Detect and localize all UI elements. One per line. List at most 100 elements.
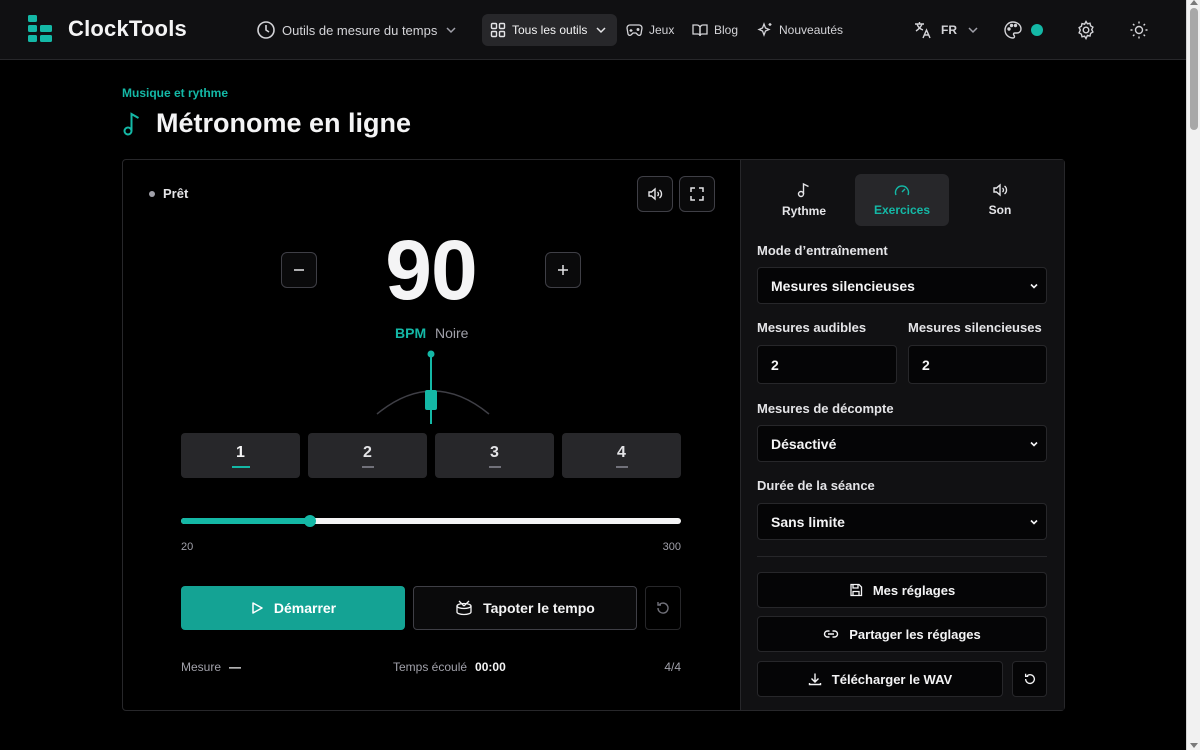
download-wav-button[interactable]: Télécharger le WAV xyxy=(757,661,1003,697)
settings-tabs: Rythme Exercices Son xyxy=(757,174,1047,226)
chevron-down-icon xyxy=(1030,441,1038,447)
my-settings-button[interactable]: Mes réglages xyxy=(757,572,1047,608)
beat-accent-bar xyxy=(361,465,374,468)
link-icon xyxy=(824,630,839,638)
language-switcher[interactable]: FR xyxy=(913,14,981,46)
scroll-thumb[interactable] xyxy=(1190,8,1198,130)
theme-toggle-button[interactable] xyxy=(1123,14,1155,46)
drum-icon xyxy=(456,600,472,616)
tap-tempo-button[interactable]: Tapoter le tempo xyxy=(413,586,637,630)
status-text: Prêt xyxy=(163,186,189,201)
session-duration-select[interactable]: Sans limite xyxy=(757,503,1047,540)
mute-button[interactable] xyxy=(637,176,673,212)
beat-4[interactable]: 4 xyxy=(562,433,681,478)
palette-icon xyxy=(1004,21,1022,39)
translate-icon xyxy=(915,22,931,39)
download-wav-label: Télécharger le WAV xyxy=(831,671,953,687)
tab-label: Rythme xyxy=(781,204,826,218)
count-in-select[interactable]: Désactivé xyxy=(757,425,1047,462)
chevron-down-icon xyxy=(1030,283,1038,289)
beat-accent-bar xyxy=(615,465,628,468)
reset-settings-button[interactable] xyxy=(1012,661,1047,697)
tab-son[interactable]: Son xyxy=(953,174,1047,226)
decrease-bpm-button[interactable] xyxy=(281,252,317,288)
elapsed-label: Temps écoulé xyxy=(393,660,468,674)
tempo-max: 300 xyxy=(662,541,681,553)
scroll-down-arrow[interactable] xyxy=(1190,743,1198,748)
sparkles-icon xyxy=(757,22,772,37)
beat-3[interactable]: 3 xyxy=(435,433,554,478)
count-in-value: Désactivé xyxy=(771,435,837,452)
speaker-icon xyxy=(993,183,1008,197)
fullscreen-icon xyxy=(690,187,704,201)
nav-games[interactable]: Jeux xyxy=(626,14,674,46)
download-icon xyxy=(808,673,821,686)
nav-time-tools-label: Outils de mesure du temps xyxy=(282,22,438,38)
training-mode-value: Mesures silencieuses xyxy=(771,277,915,294)
sun-icon xyxy=(1130,21,1148,39)
minus-icon xyxy=(294,269,304,271)
chevron-down-icon xyxy=(968,27,978,34)
language-label: FR xyxy=(941,23,957,37)
breadcrumb[interactable]: Musique et rythme xyxy=(122,86,228,100)
nav-blog[interactable]: Blog xyxy=(692,14,738,46)
reset-button[interactable] xyxy=(645,586,681,630)
elapsed-readout: Temps écoulé 00:00 xyxy=(393,660,506,674)
share-settings-label: Partager les réglages xyxy=(849,626,981,642)
beat-accent-bar xyxy=(231,465,250,468)
silent-measures-input[interactable]: 2 xyxy=(908,345,1047,384)
tab-rythme[interactable]: Rythme xyxy=(757,174,851,226)
nav-blog-label: Blog xyxy=(714,23,739,37)
audible-measures-input[interactable]: 2 xyxy=(757,345,897,384)
count-in-label: Mesures de décompte xyxy=(757,401,894,416)
chevron-down-icon xyxy=(446,27,456,34)
music-note-icon xyxy=(797,182,809,198)
nav-time-tools[interactable]: Outils de mesure du temps xyxy=(256,14,459,46)
tab-exercices[interactable]: Exercices xyxy=(855,174,949,226)
logo-icon xyxy=(28,15,52,42)
elapsed-value: 00:00 xyxy=(475,660,506,674)
beat-indicators: 1 2 3 4 xyxy=(181,433,681,478)
nav-new-label: Nouveautés xyxy=(779,23,844,37)
gauge-icon xyxy=(894,185,910,196)
beat-2[interactable]: 2 xyxy=(308,433,427,478)
note-value: Noire xyxy=(435,325,469,341)
tab-label: Exercices xyxy=(873,203,931,217)
bpm-value: 90 xyxy=(385,223,477,317)
start-button[interactable]: Démarrer xyxy=(181,586,405,630)
time-signature: 4/4 xyxy=(664,660,681,674)
silent-measures-label: Mesures silencieuses xyxy=(908,320,1042,335)
beat-accent-bar xyxy=(488,465,501,468)
increase-bpm-button[interactable] xyxy=(545,252,581,288)
tempo-slider[interactable] xyxy=(181,515,681,527)
metronome-panel: Prêt 90 BPM Noire 1 2 3 4 20 300 Démarre… xyxy=(122,159,1065,711)
logo[interactable]: ClockTools xyxy=(28,14,187,44)
nav-all-tools-label: Tous les outils xyxy=(512,23,588,37)
tap-tempo-label: Tapoter le tempo xyxy=(483,600,595,616)
training-mode-select[interactable]: Mesures silencieuses xyxy=(757,267,1047,304)
settings-button[interactable] xyxy=(1070,14,1102,46)
clock-icon xyxy=(257,21,275,39)
bpm-unit: BPM xyxy=(395,325,427,341)
pendulum-visual xyxy=(376,350,490,424)
chevron-down-icon xyxy=(596,27,606,34)
page-scrollbar[interactable] xyxy=(1186,0,1200,750)
beat-1[interactable]: 1 xyxy=(181,433,300,478)
slider-knob[interactable] xyxy=(303,515,316,527)
measure-value: — xyxy=(229,660,242,674)
start-button-label: Démarrer xyxy=(273,600,337,616)
nav-new[interactable]: Nouveautés xyxy=(757,14,843,46)
status-footer: Mesure — Temps écoulé 00:00 4/4 xyxy=(181,660,681,676)
measure-readout: Mesure — xyxy=(181,660,241,674)
page-title-text: Métronome en ligne xyxy=(156,108,412,138)
scroll-up-arrow[interactable] xyxy=(1190,0,1198,5)
theme-color-picker[interactable] xyxy=(1003,14,1043,46)
reset-icon xyxy=(1024,673,1035,685)
nav-all-tools[interactable]: Tous les outils xyxy=(482,14,618,46)
training-mode-label: Mode d’entraînement xyxy=(757,243,888,258)
fullscreen-button[interactable] xyxy=(679,176,715,212)
status-dot xyxy=(149,190,155,197)
chevron-down-icon xyxy=(1030,519,1038,525)
slider-fill xyxy=(181,518,310,524)
share-settings-button[interactable]: Partager les réglages xyxy=(757,616,1047,652)
